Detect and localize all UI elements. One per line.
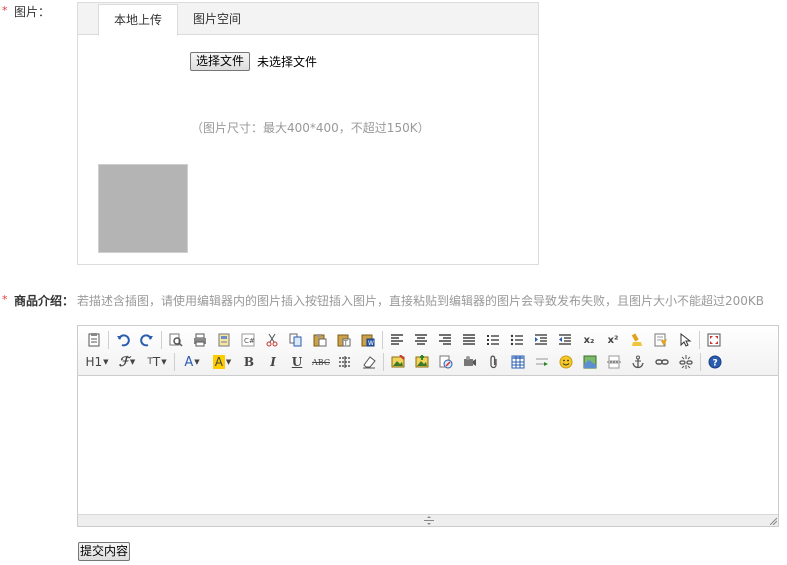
paste-plain-icon[interactable]: T [334,330,354,350]
fullscreen-icon[interactable] [704,330,724,350]
chevron-down-icon: ▼ [161,358,167,366]
resize-corner-icon[interactable] [769,517,777,525]
tab-local-upload[interactable]: 本地上传 [98,4,178,36]
no-file-text: 未选择文件 [257,55,318,69]
toolbar-row-2: H1 ▼ ℱ ▼ T T ▼ A ▼ A ▼ B I U ABC ? [84,352,729,372]
align-right-icon[interactable] [435,330,455,350]
svg-text:T: T [343,340,348,347]
italic-icon[interactable]: I [263,352,283,372]
paste-icon[interactable] [310,330,330,350]
align-left-icon[interactable] [387,330,407,350]
link-icon[interactable] [652,352,672,372]
paste-word-icon[interactable]: W [358,330,378,350]
chevron-down-icon: ▼ [129,358,136,366]
editor-toolbar: C# T W x₂ x² H1 ▼ ℱ ▼ T T ▼ A ▼ A ▼ B I … [78,326,778,376]
toolbar-separator [382,331,383,349]
toolbar-separator [174,353,175,371]
code-icon[interactable]: C# [238,330,258,350]
font-color-glyph: A [184,354,194,370]
toolbar-separator [383,353,384,371]
highlight-icon[interactable]: A ▼ [209,352,235,372]
image-size-hint: （图片尺寸：最大400*400，不超过150K） [191,121,430,135]
select-all-icon[interactable] [651,330,671,350]
outdent-icon[interactable] [555,330,575,350]
svg-text:C#: C# [244,337,255,345]
attachment-icon[interactable] [484,352,504,372]
choose-file-button[interactable]: 选择文件 [190,52,251,71]
submit-button[interactable]: 提交内容 [78,542,131,561]
font-color-icon[interactable]: A ▼ [179,352,205,372]
toolbar-separator [700,353,701,371]
font-size-glyph-large: T [152,355,161,369]
chevron-down-icon: ▼ [103,358,109,366]
cut-icon[interactable] [262,330,282,350]
required-mark: * [2,293,8,306]
toolbar-separator [161,331,162,349]
map-icon[interactable] [580,352,600,372]
media-icon[interactable] [460,352,480,372]
superscript-icon[interactable]: x² [603,330,623,350]
preview-icon[interactable] [166,330,186,350]
flash-icon[interactable] [436,352,456,372]
page-break-icon[interactable] [604,352,624,372]
ordered-list-icon[interactable] [483,330,503,350]
chevron-down-icon: ▼ [225,358,232,366]
editor-content-area[interactable] [78,377,778,515]
clear-format-icon[interactable] [627,330,647,350]
chevron-down-icon: ▼ [194,358,200,366]
description-label: 商品介绍： [14,294,75,308]
image-thumbnail-placeholder [98,164,188,253]
font-family-glyph: ℱ [118,354,129,370]
line-height-icon[interactable] [335,352,355,372]
highlight-glyph: A [212,355,225,369]
anchor-icon[interactable] [628,352,648,372]
image-icon[interactable] [388,352,408,372]
subscript-icon[interactable]: x₂ [579,330,599,350]
svg-text:W: W [368,340,374,347]
tab-image-space[interactable]: 图片空间 [182,4,252,36]
font-size-icon[interactable]: T T ▼ [144,352,170,372]
undo-icon[interactable] [113,330,133,350]
align-center-icon[interactable] [411,330,431,350]
print-icon[interactable] [190,330,210,350]
resize-grip-icon[interactable] [422,516,436,525]
copy-icon[interactable] [286,330,306,350]
required-mark: * [2,4,8,17]
eraser-icon[interactable] [359,352,379,372]
rich-text-editor: C# T W x₂ x² H1 ▼ ℱ ▼ T T ▼ A ▼ A ▼ B I … [77,325,779,527]
toolbar-separator [699,331,700,349]
help-icon[interactable]: ? [705,352,725,372]
font-family-icon[interactable]: ℱ ▼ [114,352,140,372]
uploader-tabbar: 本地上传 图片空间 [78,3,538,36]
toolbar-row-1: C# T W x₂ x² [84,330,728,350]
strikethrough-icon[interactable]: ABC [311,352,331,372]
redo-icon[interactable] [137,330,157,350]
description-hint: 若描述含插图，请使用编辑器内的图片插入按钮插入图片，直接粘贴到编辑器的图片会导致… [77,294,765,308]
unordered-list-icon[interactable] [507,330,527,350]
indent-icon[interactable] [531,330,551,350]
editor-statusbar [78,514,778,526]
align-justify-icon[interactable] [459,330,479,350]
hr-icon[interactable] [532,352,552,372]
image-label: 图片： [14,5,51,19]
source-icon[interactable] [84,330,104,350]
heading-icon[interactable]: H1 ▼ [84,352,110,372]
svg-text:?: ? [713,359,718,369]
emoticon-icon[interactable] [556,352,576,372]
unlink-icon[interactable] [676,352,696,372]
template-icon[interactable] [214,330,234,350]
pointer-icon[interactable] [675,330,695,350]
underline-icon[interactable]: U [287,352,307,372]
bold-icon[interactable]: B [239,352,259,372]
heading-label: H1 [85,355,103,369]
image-uploader: 本地上传 图片空间 选择文件 未选择文件 （图片尺寸：最大400*400，不超过… [77,2,539,265]
table-icon[interactable] [508,352,528,372]
multi-image-icon[interactable] [412,352,432,372]
toolbar-separator [108,331,109,349]
